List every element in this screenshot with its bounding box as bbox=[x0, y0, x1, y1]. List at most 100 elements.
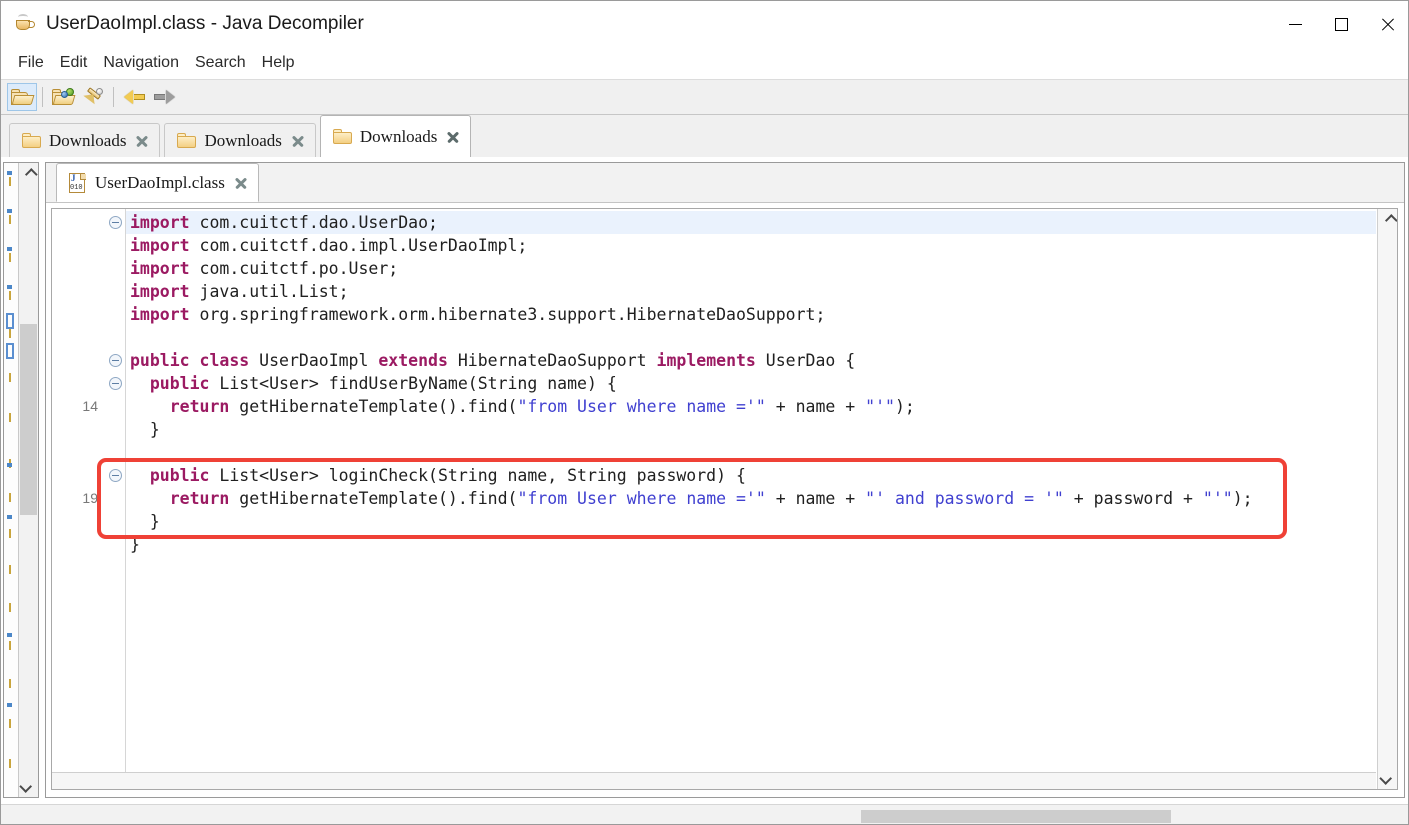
menu-item-help[interactable]: Help bbox=[254, 51, 303, 75]
folder-tab-close-icon[interactable] bbox=[290, 133, 305, 148]
overview-marker-blue bbox=[7, 515, 12, 519]
scroll-down-button[interactable] bbox=[1378, 767, 1397, 789]
forward-button[interactable] bbox=[149, 83, 179, 111]
open-file-button[interactable] bbox=[7, 83, 37, 111]
code-token-kw: extends bbox=[378, 351, 448, 370]
editor-tab-close-icon[interactable] bbox=[233, 175, 248, 190]
code-token-plain: ); bbox=[1232, 489, 1253, 508]
arrow-right-icon bbox=[153, 89, 175, 105]
editor-tab-strip: J 010 UserDaoImpl.class bbox=[46, 163, 1404, 203]
code-line[interactable] bbox=[126, 326, 1376, 349]
scroll-up-button[interactable] bbox=[1378, 209, 1397, 231]
code-token-plain: List<User> findUserByName(String name) { bbox=[209, 374, 617, 393]
editor-vertical-scrollbar[interactable] bbox=[1377, 209, 1397, 789]
code-line[interactable]: } bbox=[126, 533, 1376, 556]
code-line[interactable]: import com.cuitctf.dao.UserDao; bbox=[126, 211, 1376, 234]
code-line[interactable]: } bbox=[126, 510, 1376, 533]
code-token-str: "from User where name ='" bbox=[517, 489, 766, 508]
code-token-plain: com.cuitctf.po.User; bbox=[189, 259, 399, 278]
code-token-kw: public bbox=[149, 466, 210, 485]
overview-marker bbox=[9, 373, 11, 382]
code-token-str: "from User where name ='" bbox=[517, 397, 766, 416]
open-type-button[interactable] bbox=[48, 83, 78, 111]
code-folding-gutter[interactable] bbox=[104, 209, 126, 789]
outline-scrollbar[interactable] bbox=[19, 163, 38, 797]
close-button[interactable] bbox=[1364, 1, 1408, 47]
arrow-left-icon bbox=[123, 89, 145, 105]
editor-panel: J 010 UserDaoImpl.class 14 19 import com.c… bbox=[45, 162, 1405, 798]
code-editor[interactable]: 14 19 import com.cuitctf.dao.UserDao; impo… bbox=[51, 208, 1398, 790]
overview-marker bbox=[9, 603, 11, 612]
maximize-button[interactable] bbox=[1318, 1, 1364, 47]
overview-marker-box bbox=[6, 343, 14, 359]
overview-marker-blue bbox=[7, 247, 12, 251]
main-body: J 010 UserDaoImpl.class 14 19 import com.c… bbox=[1, 157, 1408, 804]
menu-item-edit[interactable]: Edit bbox=[52, 51, 96, 75]
folder-tab-close-icon[interactable] bbox=[445, 129, 460, 144]
code-token-kw: import bbox=[130, 259, 190, 278]
chevron-up-icon bbox=[1384, 213, 1397, 227]
overview-marker bbox=[9, 759, 11, 768]
folder-tab-strip: Downloads Downloads Downloads bbox=[1, 115, 1408, 157]
editor-tab-userdaoimpl[interactable]: J 010 UserDaoImpl.class bbox=[56, 163, 259, 202]
scroll-up-button[interactable] bbox=[19, 163, 38, 185]
overview-marker-blue bbox=[7, 209, 12, 213]
code-line[interactable]: import com.cuitctf.dao.impl.UserDaoImpl; bbox=[126, 234, 1376, 257]
window-controls bbox=[1272, 1, 1408, 47]
pen-tool-icon bbox=[83, 87, 103, 106]
code-token-plain: ); bbox=[894, 397, 915, 416]
folder-tab-downloads-2[interactable]: Downloads bbox=[164, 123, 316, 157]
overview-marker bbox=[9, 253, 11, 262]
minimize-button[interactable] bbox=[1272, 1, 1318, 47]
outline-panel bbox=[3, 162, 39, 798]
editor-horizontal-scrollbar[interactable] bbox=[52, 772, 1376, 789]
overview-marker bbox=[9, 177, 11, 186]
fold-collapse-icon[interactable] bbox=[109, 354, 122, 367]
chevron-down-icon bbox=[1378, 771, 1392, 785]
close-icon bbox=[1380, 17, 1395, 32]
scrollbar-thumb[interactable] bbox=[861, 810, 1171, 823]
code-line[interactable]: return getHibernateTemplate().find("from… bbox=[126, 395, 1376, 418]
code-token-plain: List<User> loginCheck(String name, Strin… bbox=[209, 466, 746, 485]
code-line[interactable]: import java.util.List; bbox=[126, 280, 1376, 303]
folder-icon bbox=[22, 133, 41, 148]
menu-item-navigation[interactable]: Navigation bbox=[95, 51, 187, 75]
code-token-plain: + password + bbox=[1063, 489, 1203, 508]
code-line[interactable]: public class UserDaoImpl extends Hiberna… bbox=[126, 349, 1376, 372]
source-code-text[interactable]: import com.cuitctf.dao.UserDao; import co… bbox=[126, 209, 1376, 789]
folder-tab-downloads-1[interactable]: Downloads bbox=[9, 123, 161, 157]
menu-item-search[interactable]: Search bbox=[187, 51, 254, 75]
folder-icon bbox=[177, 133, 197, 148]
folder-tab-close-icon[interactable] bbox=[134, 133, 149, 148]
chevron-up-icon bbox=[24, 167, 38, 181]
fold-collapse-icon[interactable] bbox=[109, 377, 122, 390]
scroll-down-button[interactable] bbox=[19, 775, 38, 797]
code-line[interactable] bbox=[126, 441, 1376, 464]
folder-tab-label: Downloads bbox=[204, 130, 282, 150]
overview-marker-blue bbox=[7, 633, 12, 637]
code-line[interactable]: return getHibernateTemplate().find("from… bbox=[126, 487, 1376, 510]
title-bar: UserDaoImpl.class - Java Decompiler bbox=[1, 1, 1408, 47]
code-token-kw: implements bbox=[656, 351, 756, 370]
folder-tab-downloads-3[interactable]: Downloads bbox=[319, 115, 472, 157]
code-line[interactable]: } bbox=[126, 418, 1376, 441]
code-token-plain: } bbox=[130, 535, 140, 554]
code-line[interactable]: public List<User> findUserByName(String … bbox=[126, 372, 1376, 395]
fold-collapse-icon[interactable] bbox=[109, 469, 122, 482]
menu-item-file[interactable]: File bbox=[10, 51, 52, 75]
open-folder-icon bbox=[11, 88, 35, 106]
code-line[interactable]: import com.cuitctf.po.User; bbox=[126, 257, 1376, 280]
code-line[interactable]: import org.springframework.orm.hibernate… bbox=[126, 303, 1376, 326]
code-token-plain: HibernateDaoSupport bbox=[447, 351, 657, 370]
scrollbar-thumb[interactable] bbox=[20, 324, 37, 515]
back-button[interactable] bbox=[119, 83, 149, 111]
code-line[interactable]: public List<User> loginCheck(String name… bbox=[126, 464, 1376, 487]
fold-collapse-icon[interactable] bbox=[109, 216, 122, 229]
overview-marker-blue bbox=[7, 703, 12, 707]
window-horizontal-scrollbar[interactable] bbox=[1, 804, 1408, 824]
open-recent-button[interactable] bbox=[78, 83, 108, 111]
overview-ruler[interactable] bbox=[4, 163, 19, 797]
folder-tab-label: Downloads bbox=[49, 130, 127, 150]
